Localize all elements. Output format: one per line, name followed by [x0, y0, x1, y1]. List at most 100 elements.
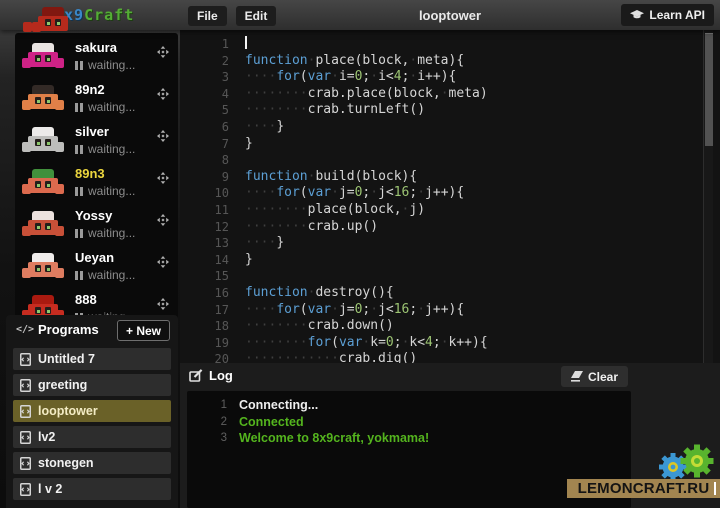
player-status: waiting...: [75, 58, 135, 72]
line-number: 4: [180, 86, 238, 103]
move-icon[interactable]: [157, 214, 169, 226]
pause-icon: [75, 271, 83, 280]
logo-text-craft: Craft: [84, 6, 134, 24]
code-text: ········for(var·k=0;·k<4;·k++){: [245, 335, 488, 352]
code-line[interactable]: 2function·place(block,·meta){: [180, 53, 704, 70]
program-name: l v 2: [38, 482, 62, 496]
move-icon[interactable]: [157, 172, 169, 184]
log-entry-number: 3: [187, 430, 227, 447]
log-title: Log: [209, 368, 233, 383]
player-status-text: waiting...: [88, 58, 135, 72]
move-icon[interactable]: [157, 298, 169, 310]
crab-avatar: [22, 127, 64, 155]
log-entry-number: 1: [187, 397, 227, 414]
program-list-item[interactable]: stonegen: [13, 452, 171, 474]
program-list-item[interactable]: looptower: [13, 400, 171, 422]
learn-api-label: Learn API: [649, 8, 705, 22]
code-file-icon: [20, 457, 31, 470]
code-line[interactable]: 17····for(var·j=0;·j<16;·j++){: [180, 302, 704, 319]
program-name: stonegen: [38, 456, 94, 470]
program-list-item[interactable]: l v 2: [13, 478, 171, 500]
player-name: Ueyan: [75, 250, 114, 265]
code-file-icon: [20, 431, 31, 444]
clear-log-button[interactable]: Clear: [561, 366, 628, 387]
code-line[interactable]: 18········crab.down(): [180, 318, 704, 335]
move-icon[interactable]: [157, 46, 169, 58]
move-icon[interactable]: [157, 88, 169, 100]
line-number: 5: [180, 102, 238, 119]
top-bar: 8x9Craft FileEdit looptower Learn API: [0, 0, 720, 30]
code-text: function·place(block,·meta){: [245, 53, 464, 70]
line-number: 16: [180, 285, 238, 302]
player-name: sakura: [75, 40, 117, 55]
program-name: Untitled 7: [38, 352, 95, 366]
log-entry-text: Connecting...: [239, 397, 318, 414]
log-entry: 3Welcome to 8x9craft, yokmama!: [187, 430, 631, 447]
player-list-item[interactable]: Ueyan waiting...: [15, 247, 178, 289]
code-line[interactable]: 7}: [180, 136, 704, 153]
crab-avatar: [22, 211, 64, 239]
code-line[interactable]: 11········place(block,·j): [180, 202, 704, 219]
learn-api-button[interactable]: Learn API: [621, 4, 714, 26]
program-list-item[interactable]: lv2: [13, 426, 171, 448]
watermark-text: LEMONCRAFT.RU: [578, 480, 710, 497]
log-content: 1Connecting...2Connected3Welcome to 8x9c…: [187, 391, 631, 508]
code-text: function·destroy(){: [245, 285, 394, 302]
code-line[interactable]: 10····for(var·j=0;·j<16;·j++){: [180, 185, 704, 202]
page-title: looptower: [419, 8, 481, 23]
code-line[interactable]: 13 ····}: [180, 235, 704, 252]
crab-avatar: [22, 253, 64, 281]
pause-icon: [75, 187, 83, 196]
code-text: ····for(var·j=0;·j<16;·j++){: [245, 302, 464, 319]
code-line[interactable]: 9function·build(block){: [180, 169, 704, 186]
code-text: ········crab.place(block,·meta): [245, 86, 488, 103]
code-line[interactable]: 14}: [180, 252, 704, 269]
player-list-item[interactable]: sakura waiting...: [15, 37, 178, 79]
program-list-item[interactable]: greeting: [13, 374, 171, 396]
pause-icon: [75, 229, 83, 238]
code-text: ····}: [245, 235, 284, 252]
log-entry-number: 2: [187, 414, 227, 431]
player-list-item[interactable]: 89n2 waiting...: [15, 79, 178, 121]
code-line[interactable]: 16 function·destroy(){: [180, 285, 704, 302]
player-list-item[interactable]: Yossy waiting...: [15, 205, 178, 247]
code-line[interactable]: 20············crab.dig(): [180, 351, 704, 363]
player-status-text: waiting...: [88, 142, 135, 156]
code-text: ········place(block,·j): [245, 202, 425, 219]
line-number: 13: [180, 235, 238, 252]
code-line[interactable]: 4 ········crab.place(block,·meta): [180, 86, 704, 103]
player-list-item[interactable]: silver waiting...: [15, 121, 178, 163]
player-list-item[interactable]: 89n3 waiting...: [15, 163, 178, 205]
code-text: [245, 36, 247, 53]
new-program-button[interactable]: + New: [117, 320, 170, 341]
crab-logo-icon: [32, 7, 54, 23]
player-status: waiting...: [75, 184, 135, 198]
menu-edit[interactable]: Edit: [236, 6, 277, 26]
program-name: greeting: [38, 378, 87, 392]
code-line[interactable]: 1: [180, 36, 704, 53]
line-number: 15: [180, 268, 238, 285]
code-file-icon: [20, 405, 31, 418]
line-number: 12: [180, 219, 238, 236]
pause-icon: [75, 61, 83, 70]
move-icon[interactable]: [157, 256, 169, 268]
program-name: lv2: [38, 430, 55, 444]
code-line[interactable]: 5········crab.turnLeft(): [180, 102, 704, 119]
code-line[interactable]: 6····}: [180, 119, 704, 136]
program-list-item[interactable]: Untitled 7: [13, 348, 171, 370]
gear-icon-blue: [659, 453, 687, 481]
player-status: waiting...: [75, 142, 135, 156]
code-editor[interactable]: 12function·place(block,·meta){3····for(v…: [180, 30, 720, 363]
code-line[interactable]: 15: [180, 268, 704, 285]
editor-scrollbar-track[interactable]: [703, 30, 713, 363]
menu-file[interactable]: File: [188, 6, 227, 26]
log-entry: 1 Connecting...: [187, 397, 631, 414]
code-line[interactable]: 12········crab.up(): [180, 219, 704, 236]
code-line[interactable]: 8: [180, 152, 704, 169]
code-line[interactable]: 3····for(var·i=0;·i<4;·i++){: [180, 69, 704, 86]
move-icon[interactable]: [157, 130, 169, 142]
player-name: Yossy: [75, 208, 112, 223]
player-list-item[interactable]: 888 waiting...: [15, 289, 178, 318]
editor-scrollbar-thumb[interactable]: [705, 33, 713, 146]
code-line[interactable]: 19········for(var·k=0;·k<4;·k++){: [180, 335, 704, 352]
